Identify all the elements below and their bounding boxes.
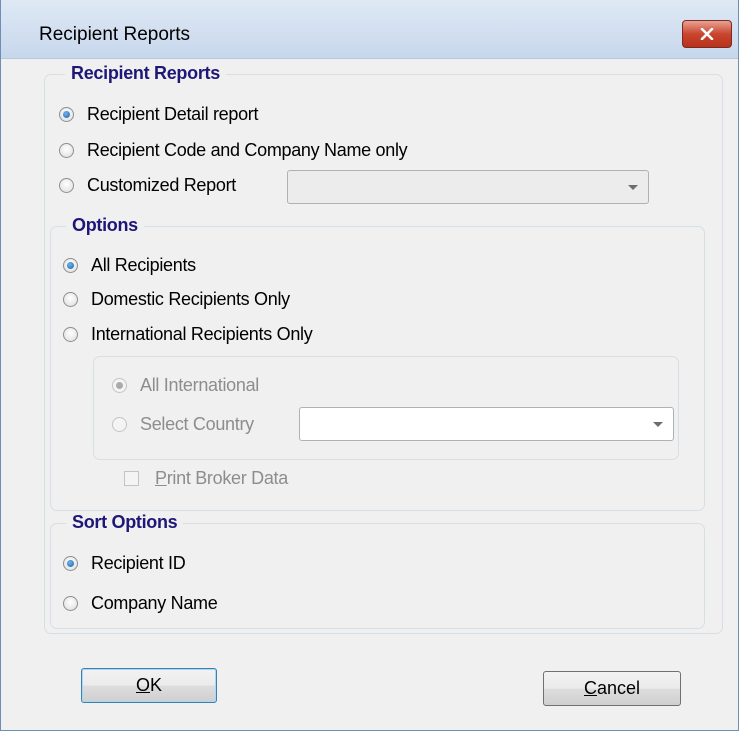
radio-label: Select Country xyxy=(140,413,254,434)
radio-customized-report[interactable]: Customized Report xyxy=(59,172,236,198)
checkbox-indicator[interactable] xyxy=(124,471,139,486)
radio-indicator[interactable] xyxy=(112,416,127,432)
sort-options-legend: Sort Options xyxy=(66,512,184,533)
radio-indicator[interactable] xyxy=(112,377,127,393)
radio-indicator[interactable] xyxy=(59,142,74,158)
radio-all-international[interactable]: All International xyxy=(112,372,259,398)
close-icon xyxy=(700,28,714,40)
radio-international-recipients-only[interactable]: International Recipients Only xyxy=(63,321,313,347)
cancel-button[interactable]: Cancel xyxy=(543,671,681,706)
radio-indicator[interactable] xyxy=(63,257,78,273)
radio-label: Customized Report xyxy=(87,174,236,195)
title-bar: Recipient Reports xyxy=(1,0,738,59)
radio-all-recipients[interactable]: All Recipients xyxy=(63,252,196,278)
radio-sort-company-name[interactable]: Company Name xyxy=(63,590,218,616)
radio-recipient-code-company-name[interactable]: Recipient Code and Company Name only xyxy=(59,137,408,163)
print-broker-data-checkbox[interactable]: Print Broker Data xyxy=(124,468,288,489)
options-legend: Options xyxy=(66,215,144,236)
customized-report-combo[interactable] xyxy=(287,170,649,204)
checkbox-label: Print Broker Data xyxy=(155,468,288,488)
chevron-down-icon[interactable] xyxy=(653,422,663,427)
radio-indicator[interactable] xyxy=(63,326,78,342)
window-title: Recipient Reports xyxy=(39,24,191,45)
radio-label: Company Name xyxy=(91,592,218,613)
radio-label: All International xyxy=(140,374,259,395)
radio-recipient-detail-report[interactable]: Recipient Detail report xyxy=(59,101,258,127)
ok-button[interactable]: OK xyxy=(81,668,217,703)
chevron-down-icon[interactable] xyxy=(628,185,638,190)
radio-indicator[interactable] xyxy=(59,106,74,122)
radio-label: Recipient Code and Company Name only xyxy=(87,139,408,160)
radio-indicator[interactable] xyxy=(63,595,78,611)
radio-label: International Recipients Only xyxy=(91,323,313,344)
country-combo[interactable] xyxy=(299,407,674,441)
radio-indicator[interactable] xyxy=(63,555,78,571)
radio-sort-recipient-id[interactable]: Recipient ID xyxy=(63,550,186,576)
radio-domestic-recipients-only[interactable]: Domestic Recipients Only xyxy=(63,286,290,312)
radio-indicator[interactable] xyxy=(59,177,74,193)
radio-label: Domestic Recipients Only xyxy=(91,288,290,309)
radio-indicator[interactable] xyxy=(63,291,78,307)
radio-label: Recipient Detail report xyxy=(87,103,259,124)
radio-label: All Recipients xyxy=(91,254,196,275)
radio-select-country[interactable]: Select Country xyxy=(112,411,254,437)
recipient-reports-legend: Recipient Reports xyxy=(65,63,226,84)
radio-label: Recipient ID xyxy=(91,552,186,573)
close-button[interactable] xyxy=(682,20,732,48)
recipient-reports-dialog: Recipient Reports Recipient Reports Reci… xyxy=(0,0,739,731)
